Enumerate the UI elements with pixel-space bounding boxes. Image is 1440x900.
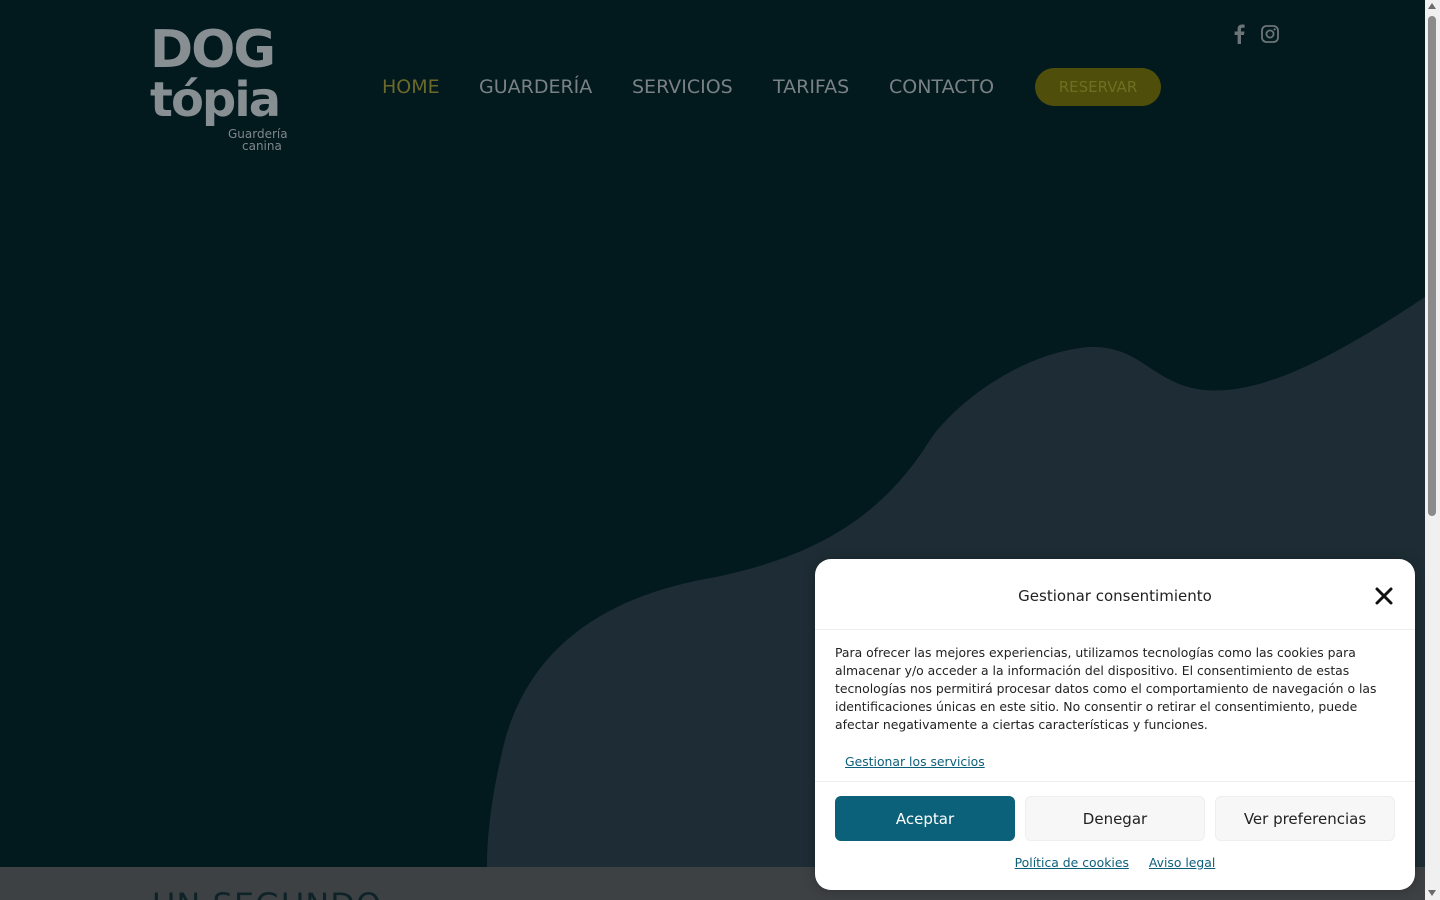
cookie-consent-dialog: Gestionar consentimiento Para ofrecer la… <box>815 559 1415 890</box>
nav-item-tarifas[interactable]: TARIFAS <box>773 76 849 98</box>
facebook-icon[interactable] <box>1232 24 1246 44</box>
vertical-scrollbar[interactable] <box>1425 0 1440 900</box>
scroll-down-arrow-icon[interactable] <box>1428 890 1436 896</box>
site-logo[interactable]: DOG tópia Guardería canina <box>148 20 298 155</box>
cookie-description: Para ofrecer las mejores experiencias, u… <box>835 645 1377 732</box>
logo-tagline-2: canina <box>242 139 282 153</box>
view-preferences-button[interactable]: Ver preferencias <box>1215 796 1395 841</box>
cookie-dialog-title: Gestionar consentimiento <box>1018 587 1212 605</box>
legal-notice-link[interactable]: Aviso legal <box>1149 855 1215 870</box>
accept-button[interactable]: Aceptar <box>835 796 1015 841</box>
reserve-button[interactable]: RESERVAR <box>1035 68 1161 106</box>
nav-item-guarderia[interactable]: GUARDERÍA <box>479 76 592 98</box>
manage-services-link[interactable]: Gestionar los servicios <box>845 754 985 769</box>
deny-button[interactable]: Denegar <box>1025 796 1205 841</box>
nav-item-home[interactable]: HOME <box>382 76 440 98</box>
scrollbar-thumb[interactable] <box>1428 16 1436 516</box>
divider <box>815 781 1415 782</box>
nav-item-contacto[interactable]: CONTACTO <box>889 76 994 98</box>
cookie-policy-link[interactable]: Política de cookies <box>1015 855 1129 870</box>
logo-wordmark-top: DOG <box>150 20 276 80</box>
instagram-icon[interactable] <box>1260 24 1280 44</box>
close-icon[interactable] <box>1373 585 1395 607</box>
cookie-footer-links: Política de cookies Aviso legal <box>815 855 1415 870</box>
divider <box>815 629 1415 630</box>
scroll-up-arrow-icon[interactable] <box>1428 3 1436 9</box>
nav-item-servicios[interactable]: SERVICIOS <box>632 76 733 98</box>
logo-wordmark-bottom: tópia <box>150 72 281 128</box>
